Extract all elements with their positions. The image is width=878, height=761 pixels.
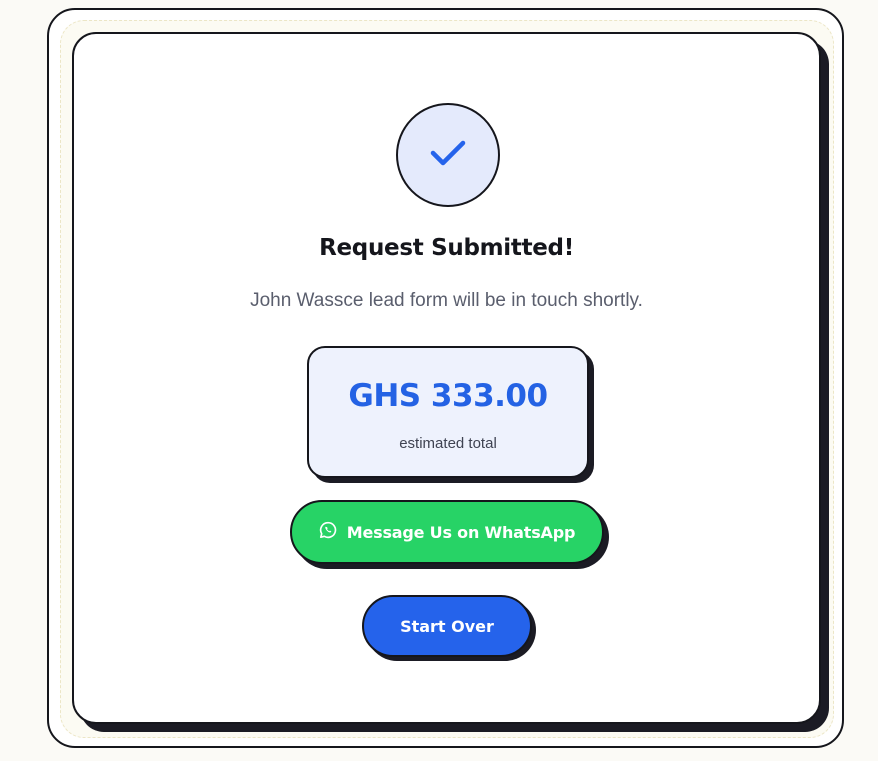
total-label: estimated total [399, 435, 497, 452]
confirmation-message: John Wassce lead form will be in touch s… [250, 290, 643, 311]
page-title: Request Submitted! [319, 235, 574, 261]
whatsapp-button-label: Message Us on WhatsApp [346, 522, 576, 542]
whatsapp-icon [319, 521, 337, 544]
success-badge [396, 103, 500, 207]
confirmation-card: Request Submitted! John Wassce lead form… [72, 32, 821, 724]
estimated-total-box: GHS 333.00 estimated total [307, 346, 589, 478]
start-over-label: Start Over [400, 616, 494, 636]
whatsapp-button[interactable]: Message Us on WhatsApp [290, 500, 604, 564]
check-icon [429, 138, 467, 173]
start-over-button[interactable]: Start Over [362, 595, 532, 657]
total-amount: GHS 333.00 [348, 378, 548, 414]
